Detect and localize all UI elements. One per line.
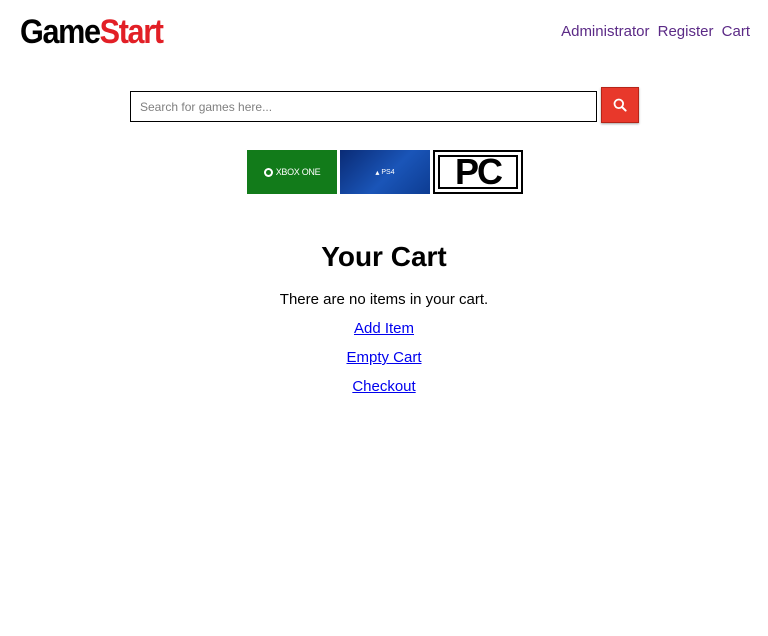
nav-link-register[interactable]: Register (658, 23, 714, 40)
add-item-link[interactable]: Add Item (354, 320, 414, 337)
top-nav: Administrator Register Cart (557, 23, 750, 40)
platform-pc[interactable]: PC (433, 150, 523, 194)
xbox-logo-icon (263, 167, 273, 177)
site-logo[interactable]: GameStart (20, 13, 164, 51)
platform-label-pc: PC (454, 151, 503, 192)
cart-section: Your Cart There are no items in your car… (0, 238, 768, 397)
nav-link-cart[interactable]: Cart (722, 23, 750, 40)
playstation-logo-icon: ▴ (375, 167, 380, 177)
platform-ps4[interactable]: ▴ PS4 (340, 150, 430, 194)
platform-label-xbox: XBOX ONE (275, 167, 321, 177)
search-icon (613, 98, 627, 112)
checkout-link[interactable]: Checkout (352, 378, 415, 395)
search-bar (130, 87, 640, 123)
page-title: Your Cart (321, 241, 447, 272)
pc-logo: PC (438, 151, 518, 192)
platform-label-ps4: PS4 (381, 168, 395, 176)
platform-xbox-one[interactable]: XBOX ONE (247, 150, 337, 194)
checkout-row: Checkout (0, 377, 768, 397)
nav-link-administrator[interactable]: Administrator (561, 23, 649, 40)
page: GameStart Administrator Register Cart XB… (0, 0, 768, 636)
search-button[interactable] (601, 87, 639, 123)
empty-cart-row: Empty Cart (0, 348, 768, 368)
logo-text-game: Game (20, 13, 101, 51)
search-input[interactable] (130, 91, 597, 122)
add-item-row: Add Item (0, 319, 768, 339)
empty-cart-message: There are no items in your cart. (279, 291, 489, 308)
logo-text-start: Start (99, 13, 164, 51)
empty-cart-link[interactable]: Empty Cart (346, 349, 421, 366)
